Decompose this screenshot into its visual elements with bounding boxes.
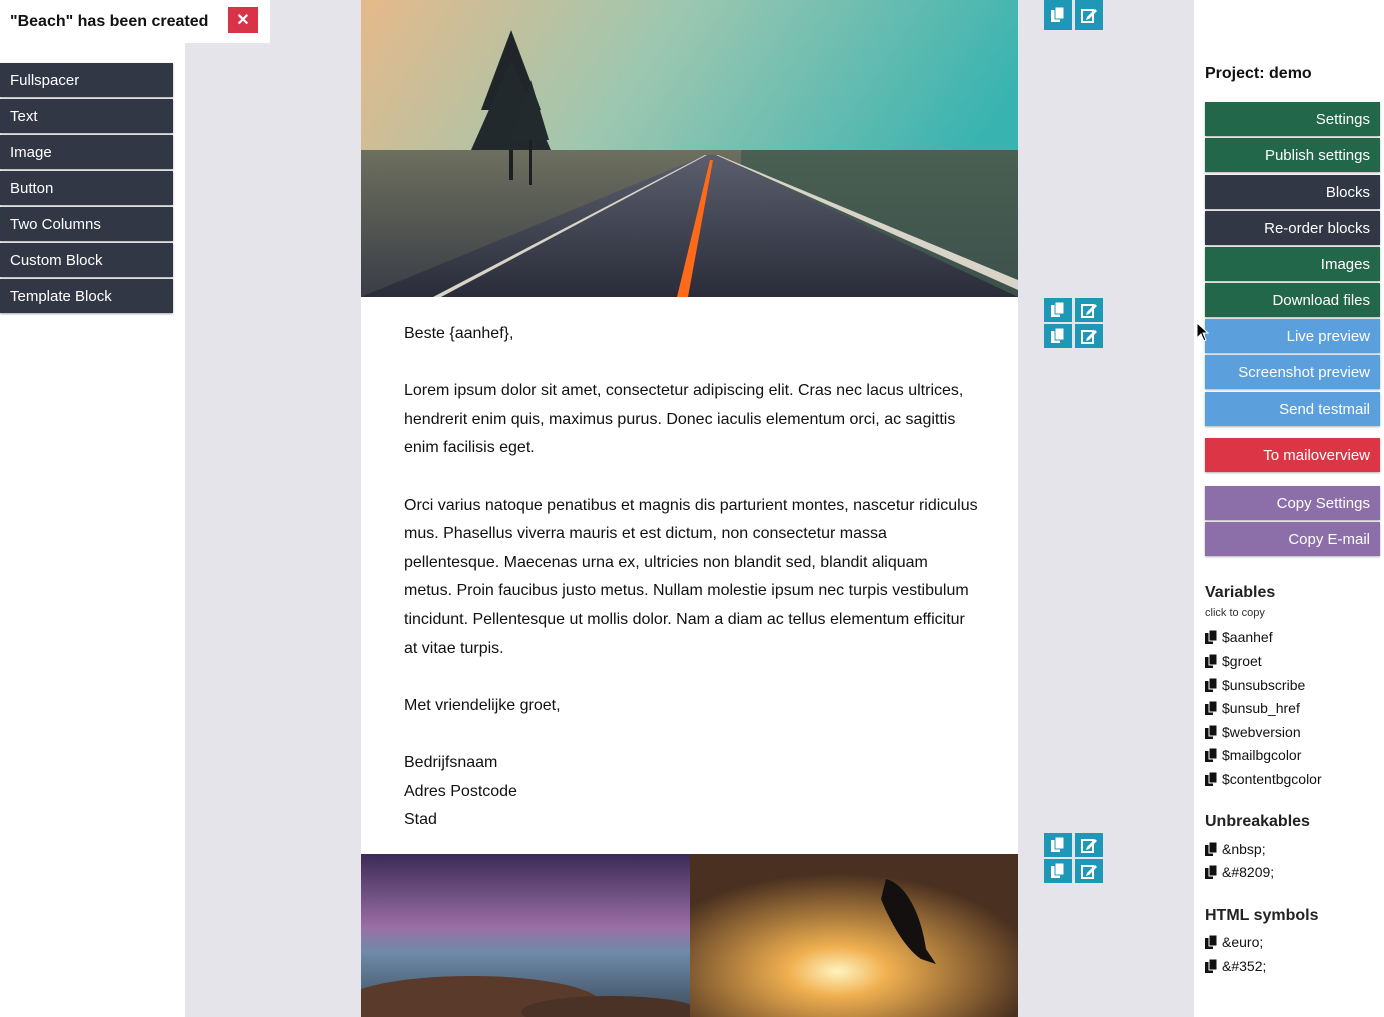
- copy-icon: [1205, 959, 1218, 973]
- to-mailoverview-button[interactable]: To mailoverview: [1205, 438, 1380, 472]
- variable-label: $aanhef: [1222, 629, 1273, 645]
- symbol-item[interactable]: &#352;: [1205, 958, 1266, 974]
- close-notice-button[interactable]: ✕: [228, 7, 258, 33]
- hero-image-road[interactable]: [361, 0, 1018, 297]
- copy-icon: [1205, 725, 1218, 739]
- block-item-two-columns[interactable]: Two Columns: [0, 207, 173, 241]
- edit-icon[interactable]: [1075, 833, 1103, 857]
- copy-icon: [1205, 842, 1218, 856]
- copy-icon: [1205, 678, 1218, 692]
- variable-item[interactable]: $unsub_href: [1205, 700, 1300, 716]
- unbreakables-title: Unbreakables: [1205, 813, 1310, 830]
- variable-item[interactable]: $unsubscribe: [1205, 677, 1305, 693]
- email-preview: Beste {aanhef}, Lorem ipsum dolor sit am…: [361, 0, 1018, 1017]
- project-title: Project: demo: [1205, 65, 1312, 82]
- copy-icon[interactable]: [1044, 833, 1072, 857]
- copy-icon[interactable]: [1044, 298, 1072, 322]
- copy-icon: [1205, 772, 1218, 786]
- copy-settings-button[interactable]: Copy Settings: [1205, 486, 1380, 520]
- copy-icon: [1205, 935, 1218, 949]
- variable-label: $contentbgcolor: [1222, 771, 1322, 787]
- copy-icon: [1205, 630, 1218, 644]
- block-item-custom-block[interactable]: Custom Block: [0, 243, 173, 277]
- download-files-button[interactable]: Download files: [1205, 283, 1380, 317]
- copy-icon[interactable]: [1044, 324, 1072, 348]
- settings-button[interactable]: Settings: [1205, 102, 1380, 136]
- block-list: Fullspacer Text Image Button Two Columns…: [0, 63, 173, 315]
- closing: Met vriendelijke groet,: [404, 696, 561, 714]
- copy-icon: [1205, 748, 1218, 762]
- project-panel: Project: demo Settings Publish settings …: [1194, 0, 1384, 1017]
- edit-icon[interactable]: [1075, 0, 1103, 30]
- greeting: Beste {aanhef},: [404, 325, 514, 342]
- variable-label: $groet: [1222, 653, 1262, 669]
- paragraph-1: Lorem ipsum dolor sit amet, consectetur …: [404, 382, 964, 457]
- blocks-button[interactable]: Blocks: [1205, 175, 1380, 209]
- paragraph-2: Orci varius natoque penatibus et magnis …: [404, 496, 978, 657]
- symbol-item[interactable]: &euro;: [1205, 934, 1263, 950]
- block-item-text[interactable]: Text: [0, 99, 173, 133]
- html-symbols-title: HTML symbols: [1205, 907, 1319, 924]
- notice-text: "Beach" has been created: [10, 12, 209, 30]
- edit-icon[interactable]: [1075, 324, 1103, 348]
- unbreakable-label: &#8209;: [1222, 864, 1275, 880]
- variable-label: $mailbgcolor: [1222, 747, 1302, 763]
- unbreakable-label: &nbsp;: [1222, 841, 1266, 857]
- hero-block-tools: [1044, 0, 1103, 30]
- variable-item[interactable]: $webversion: [1205, 724, 1301, 740]
- symbol-label: &euro;: [1222, 934, 1264, 950]
- variables-title: Variables: [1205, 584, 1276, 601]
- variable-item[interactable]: $aanhef: [1205, 629, 1273, 645]
- block-item-button[interactable]: Button: [0, 171, 173, 205]
- unbreakable-item[interactable]: &nbsp;: [1205, 841, 1266, 857]
- send-testmail-button[interactable]: Send testmail: [1205, 392, 1380, 426]
- two-column-images[interactable]: [361, 854, 1018, 1017]
- two-column-block-tools: [1044, 833, 1103, 883]
- address: Adres Postcode: [404, 782, 517, 800]
- variable-label: $webversion: [1222, 724, 1301, 740]
- symbol-label: &#352;: [1222, 958, 1267, 974]
- variable-item[interactable]: $mailbgcolor: [1205, 747, 1301, 763]
- copy-icon[interactable]: [1044, 859, 1072, 883]
- edit-icon[interactable]: [1075, 859, 1103, 883]
- block-item-fullspacer[interactable]: Fullspacer: [0, 63, 173, 97]
- screenshot-preview-button[interactable]: Screenshot preview: [1205, 355, 1380, 389]
- copy-icon: [1205, 865, 1218, 879]
- variable-item[interactable]: $groet: [1205, 653, 1262, 669]
- unbreakable-item[interactable]: &#8209;: [1205, 864, 1274, 880]
- copy-icon: [1205, 654, 1218, 668]
- variable-label: $unsubscribe: [1222, 677, 1306, 693]
- text-block-tools: [1044, 298, 1103, 348]
- copy-icon[interactable]: [1044, 0, 1072, 30]
- company-name: Bedrijfsnaam: [404, 753, 498, 771]
- text-block[interactable]: Beste {aanhef}, Lorem ipsum dolor sit am…: [404, 320, 979, 835]
- copy-email-button[interactable]: Copy E-mail: [1205, 522, 1380, 556]
- live-preview-button[interactable]: Live preview: [1205, 319, 1380, 353]
- edit-icon[interactable]: [1075, 298, 1103, 322]
- block-item-template-block[interactable]: Template Block: [0, 279, 173, 313]
- reorder-blocks-button[interactable]: Re-order blocks: [1205, 211, 1380, 245]
- copy-icon: [1205, 701, 1218, 715]
- city: Stad: [404, 811, 437, 829]
- block-item-image[interactable]: Image: [0, 135, 173, 169]
- mouse-pointer-icon: [1197, 323, 1209, 342]
- variables-hint: click to copy: [1205, 607, 1265, 619]
- variable-item[interactable]: $contentbgcolor: [1205, 771, 1322, 787]
- created-notice: "Beach" has been created ✕: [0, 0, 270, 43]
- publish-settings-button[interactable]: Publish settings: [1205, 138, 1380, 172]
- images-button[interactable]: Images: [1205, 247, 1380, 281]
- variable-label: $unsub_href: [1222, 700, 1300, 716]
